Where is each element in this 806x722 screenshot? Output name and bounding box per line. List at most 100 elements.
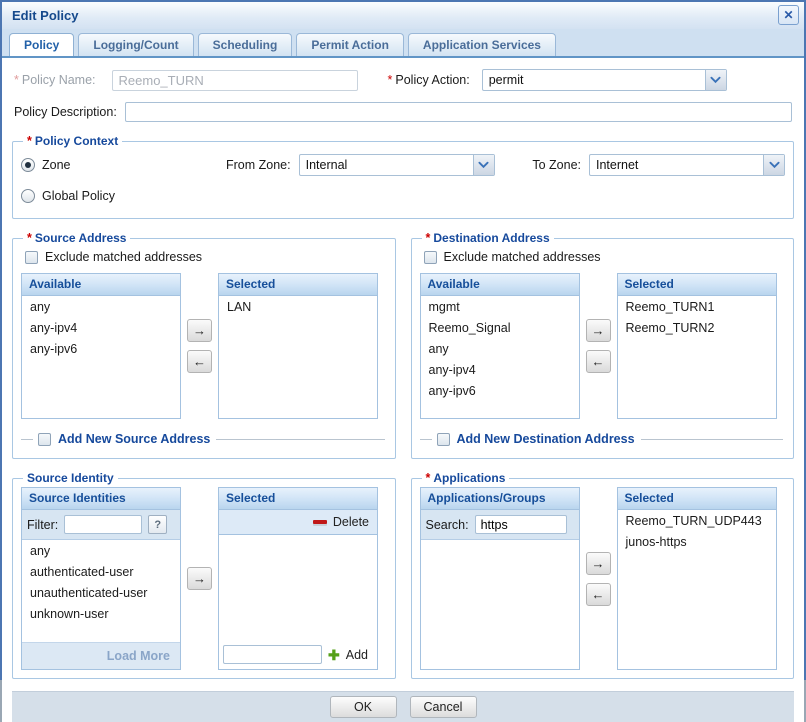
identity-selected-header: Selected xyxy=(219,488,377,510)
search-label: Search: xyxy=(426,518,469,532)
chevron-down-icon[interactable] xyxy=(763,155,784,175)
tab-label: Logging/Count xyxy=(93,38,178,52)
list-item[interactable]: any-ipv6 xyxy=(421,380,579,401)
help-button[interactable]: ? xyxy=(148,515,167,534)
dialog-titlebar: Edit Policy ✕ xyxy=(2,2,804,29)
legend-text: Source Identity xyxy=(27,471,114,485)
from-zone-select[interactable]: Internal xyxy=(299,154,495,176)
applications-groups-header: Applications/Groups xyxy=(421,488,579,510)
chevron-down-icon[interactable] xyxy=(705,70,726,90)
list-item[interactable]: junos-https xyxy=(618,531,776,552)
legend-text: Applications xyxy=(433,471,505,485)
required-marker: * xyxy=(14,73,19,87)
destination-move-buttons: → ← xyxy=(580,273,617,419)
add-new-source-row: Add New Source Address xyxy=(21,428,387,450)
source-address-legend: *Source Address xyxy=(23,231,130,245)
cancel-button[interactable]: Cancel xyxy=(410,696,477,718)
to-zone-value: Internet xyxy=(590,155,763,175)
to-zone-select[interactable]: Internet xyxy=(589,154,785,176)
add-button[interactable]: Add xyxy=(346,648,368,662)
list-item[interactable]: any xyxy=(22,296,180,317)
applications-dual-list: Applications/Groups Search: → ← Selected xyxy=(420,487,786,670)
source-identity-dual-list: Source Identities Filter: ? any authenti… xyxy=(21,487,387,670)
move-left-button[interactable]: ← xyxy=(586,583,611,606)
filter-input[interactable] xyxy=(64,515,142,534)
policy-context-legend: *Policy Context xyxy=(23,134,122,148)
list-item[interactable]: any xyxy=(421,338,579,359)
zone-row: Zone From Zone: Internal To Zone: Intern… xyxy=(21,150,785,180)
source-address-dual-list: Available any any-ipv4 any-ipv6 → ← Sele… xyxy=(21,273,387,419)
global-policy-radio[interactable] xyxy=(21,189,35,203)
move-right-button[interactable]: → xyxy=(187,319,212,342)
tab-policy[interactable]: Policy xyxy=(9,33,74,56)
list-item[interactable]: unauthenticated-user xyxy=(22,582,180,603)
list-item[interactable]: mgmt xyxy=(421,296,579,317)
tab-label: Application Services xyxy=(423,38,541,52)
list-item[interactable]: any-ipv6 xyxy=(22,338,180,359)
destination-exclude-checkbox[interactable] xyxy=(424,251,437,264)
move-right-button[interactable]: → xyxy=(586,552,611,575)
applications-groups-panel: Applications/Groups Search: xyxy=(420,487,580,670)
source-exclude-checkbox[interactable] xyxy=(25,251,38,264)
source-selected-list: LAN xyxy=(219,296,377,418)
policy-name-input[interactable] xyxy=(112,70,358,91)
destination-available-header: Available xyxy=(421,274,579,296)
move-right-button[interactable]: → xyxy=(586,319,611,342)
applications-fieldset: *Applications Applications/Groups Search… xyxy=(411,471,795,679)
move-right-button[interactable]: → xyxy=(187,567,212,590)
required-marker: * xyxy=(388,73,393,87)
list-item[interactable]: unknown-user xyxy=(22,603,180,624)
policy-action-value: permit xyxy=(483,70,705,90)
policy-action-label: Policy Action: xyxy=(395,73,469,87)
add-identity-input[interactable] xyxy=(223,645,322,664)
move-left-button[interactable]: ← xyxy=(586,350,611,373)
source-selected-panel: Selected LAN xyxy=(218,273,378,419)
move-left-button[interactable]: ← xyxy=(187,350,212,373)
arrow-left-icon: ← xyxy=(592,587,605,602)
list-item[interactable]: any-ipv4 xyxy=(421,359,579,380)
search-input[interactable] xyxy=(475,515,567,534)
tab-label: Permit Action xyxy=(311,38,389,52)
load-more-button[interactable]: Load More xyxy=(22,642,180,669)
tab-permit-action[interactable]: Permit Action xyxy=(296,33,404,56)
policy-description-input[interactable] xyxy=(125,102,792,122)
list-item[interactable]: Reemo_TURN1 xyxy=(618,296,776,317)
destination-address-dual-list: Available mgmt Reemo_Signal any any-ipv4… xyxy=(420,273,786,419)
chevron-down-icon[interactable] xyxy=(473,155,494,175)
destination-exclude-label: Exclude matched addresses xyxy=(444,250,601,264)
tab-application-services[interactable]: Application Services xyxy=(408,33,556,56)
identity-move-buttons: → xyxy=(181,487,218,670)
list-item[interactable]: any-ipv4 xyxy=(22,317,180,338)
list-item[interactable]: LAN xyxy=(219,296,377,317)
source-identity-fieldset: Source Identity Source Identities Filter… xyxy=(12,471,396,679)
dialog-title: Edit Policy xyxy=(12,8,78,23)
add-new-source-label: Add New Source Address xyxy=(58,432,210,446)
source-exclude-row: Exclude matched addresses xyxy=(25,250,387,264)
add-new-source-checkbox[interactable] xyxy=(38,433,51,446)
delete-button[interactable]: Delete xyxy=(219,510,377,535)
required-marker: * xyxy=(426,231,431,245)
list-item[interactable]: Reemo_TURN_UDP443 xyxy=(618,510,776,531)
required-marker: * xyxy=(27,231,32,245)
list-item[interactable]: Reemo_TURN2 xyxy=(618,317,776,338)
arrow-right-icon: → xyxy=(193,571,206,586)
applications-selected-list: Reemo_TURN_UDP443 junos-https xyxy=(618,510,776,669)
close-button[interactable]: ✕ xyxy=(778,5,799,25)
list-item[interactable]: authenticated-user xyxy=(22,561,180,582)
tab-logging-count[interactable]: Logging/Count xyxy=(78,33,193,56)
applications-selected-panel: Selected Reemo_TURN_UDP443 junos-https xyxy=(617,487,777,670)
source-identities-header: Source Identities xyxy=(22,488,180,510)
add-new-destination-checkbox[interactable] xyxy=(437,433,450,446)
tab-scheduling[interactable]: Scheduling xyxy=(198,33,293,56)
destination-exclude-row: Exclude matched addresses xyxy=(424,250,786,264)
destination-selected-panel: Selected Reemo_TURN1 Reemo_TURN2 xyxy=(617,273,777,419)
applications-legend: *Applications xyxy=(422,471,510,485)
filter-label: Filter: xyxy=(27,518,58,532)
zone-radio[interactable] xyxy=(21,158,35,172)
ok-button[interactable]: OK xyxy=(330,696,397,718)
list-item[interactable]: Reemo_Signal xyxy=(421,317,579,338)
policy-action-select[interactable]: permit xyxy=(482,69,727,91)
delete-label: Delete xyxy=(333,515,369,529)
arrow-right-icon: → xyxy=(592,556,605,571)
list-item[interactable]: any xyxy=(22,540,180,561)
